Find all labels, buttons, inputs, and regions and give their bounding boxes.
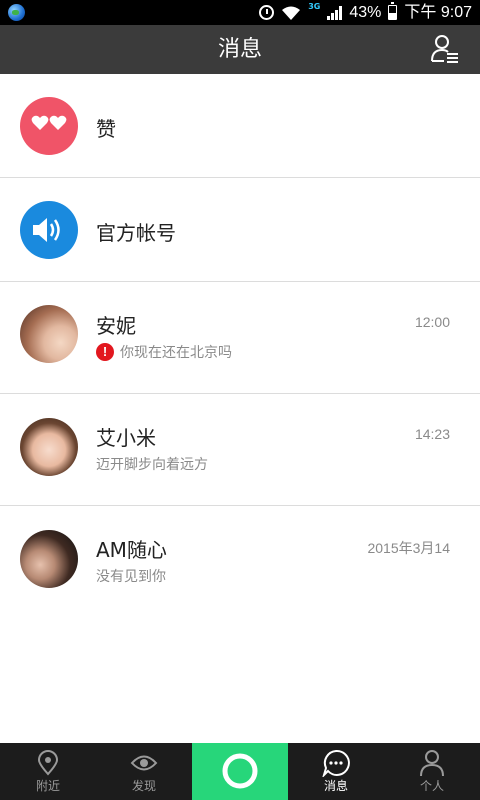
conversation-name: 官方帐号 [96, 221, 176, 245]
alarm-icon [259, 5, 275, 20]
avatar [20, 530, 78, 588]
preview-text: 你现在还在北京吗 [120, 345, 232, 361]
status-bar: 3G 43% 下午 9:07 [0, 0, 480, 25]
battery-percent: 43% [349, 4, 382, 21]
page-title: 消息 [217, 37, 262, 62]
camera-ring-icon [222, 753, 258, 789]
tab-profile[interactable]: 个人 [384, 743, 480, 800]
list-item-am-suixin[interactable]: AM随心 2015年3月14 没有见到你 [0, 506, 480, 618]
signal-icon [327, 5, 343, 20]
exclamation-icon[interactable]: ! [96, 343, 114, 361]
conversation-time: 12:00 [414, 314, 450, 330]
globe-icon [8, 4, 25, 21]
list-item-official-account[interactable]: 官方帐号 [0, 178, 480, 282]
clock: 下午 9:07 [404, 4, 472, 21]
tab-camera[interactable] [192, 743, 288, 800]
person-icon [420, 750, 444, 777]
tab-label: 附近 [35, 779, 60, 793]
conversation-time: 14:23 [414, 426, 450, 442]
chat-bubble-icon [322, 749, 350, 777]
avatar [20, 418, 78, 476]
location-pin-icon [37, 750, 59, 776]
battery-icon [388, 2, 398, 20]
bottom-tab-bar: 附近 发现 消息 个人 [0, 743, 480, 800]
conversation-preview: 迈开脚步向着远方 [96, 454, 208, 474]
wifi-icon [282, 6, 301, 20]
speaker-icon [20, 201, 78, 259]
tab-label: 消息 [323, 779, 348, 793]
tab-discover[interactable]: 发现 [96, 743, 192, 800]
conversation-time: 2015年3月14 [367, 540, 450, 556]
network-type: 3G [308, 1, 321, 11]
list-item-annie[interactable]: 安妮 12:00 ! 你现在还在北京吗 [0, 282, 480, 394]
preview-text: 迈开脚步向着远方 [96, 457, 208, 473]
tab-label: 个人 [419, 779, 444, 793]
tab-messages[interactable]: 消息 [288, 743, 384, 800]
conversation-preview: ! 你现在还在北京吗 [96, 342, 232, 362]
preview-text: 没有见到你 [96, 569, 166, 585]
conversation-preview: 没有见到你 [96, 566, 166, 586]
avatar [20, 305, 78, 363]
title-bar: 消息 [0, 25, 480, 74]
conversation-name: 赞 [96, 117, 116, 141]
list-item-likes[interactable]: 赞 [0, 74, 480, 178]
conversation-name: 艾小米 [96, 426, 156, 450]
conversation-list: 赞 官方帐号 安妮 12:00 ! 你现在还在北京吗 艾小米 14:23 迈开脚… [0, 74, 480, 618]
conversation-name: 安妮 [96, 314, 136, 338]
tab-nearby[interactable]: 附近 [0, 743, 96, 800]
list-item-ai-xiaomi[interactable]: 艾小米 14:23 迈开脚步向着远方 [0, 394, 480, 506]
tab-label: 发现 [131, 779, 156, 793]
eye-icon [130, 755, 158, 771]
conversation-name: AM随心 [96, 538, 167, 562]
contacts-list-icon[interactable] [430, 33, 460, 65]
heart-eyes-icon [20, 97, 78, 155]
